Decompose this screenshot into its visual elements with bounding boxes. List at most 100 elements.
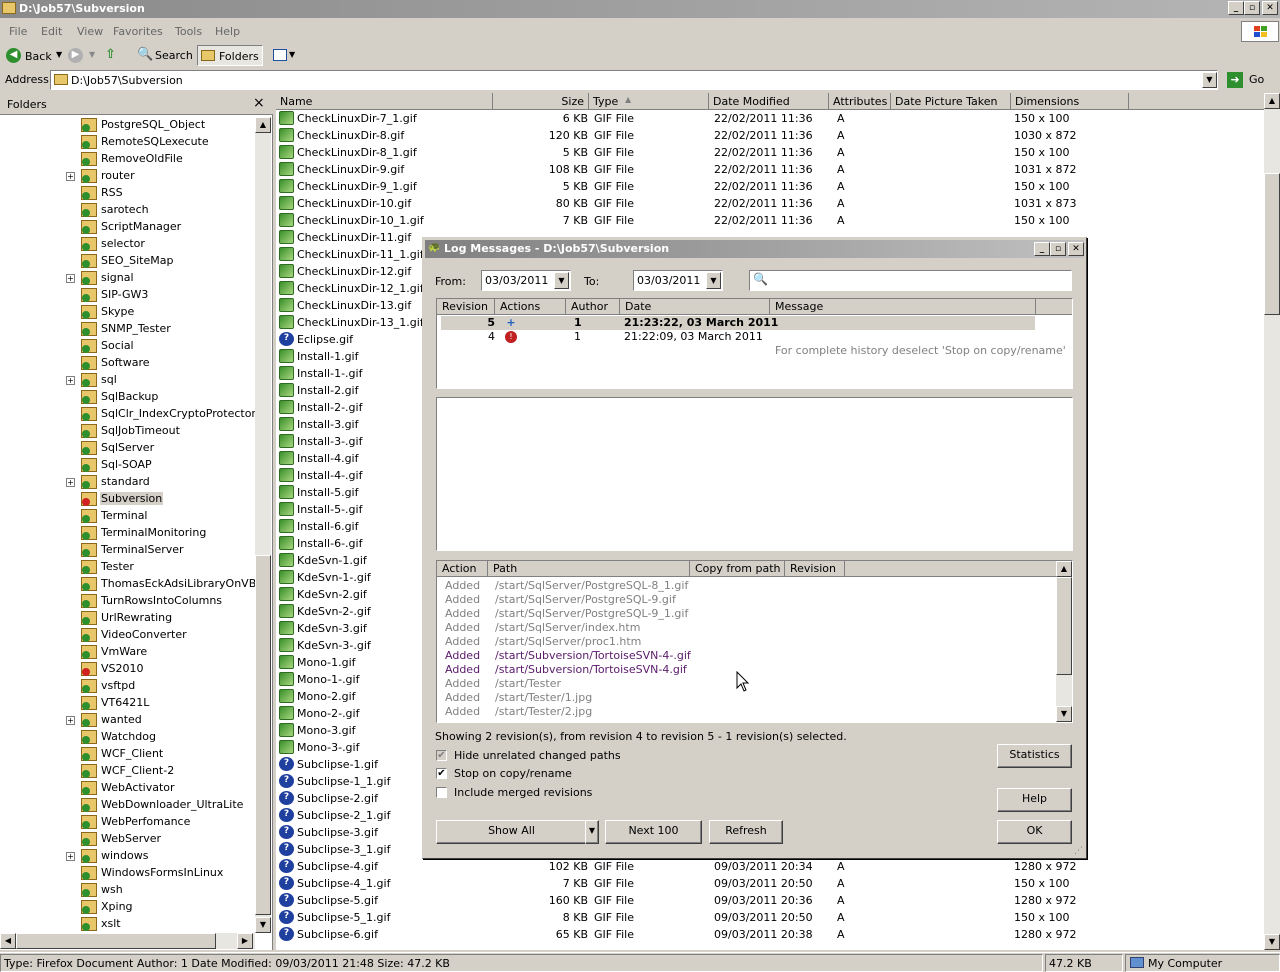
maximize-button[interactable]: ▫ bbox=[1244, 1, 1260, 15]
column-header-date[interactable]: Date bbox=[620, 299, 770, 315]
folder-tree-item[interactable]: WebActivator bbox=[0, 780, 255, 797]
file-row[interactable]: ? Subclipse-4.gif 102 KB GIF File 09/03/2011… bbox=[276, 858, 1264, 875]
file-row[interactable]: CheckLinuxDir-9.gif 108 KB GIF File 22/02/2… bbox=[276, 161, 1264, 178]
folder-tree-item[interactable]: VmWare bbox=[0, 644, 255, 661]
folder-tree-vscrollbar[interactable]: ▲ ▼ bbox=[255, 117, 271, 933]
scroll-up-button[interactable]: ▲ bbox=[1056, 561, 1072, 577]
log-message-text[interactable] bbox=[436, 397, 1073, 551]
column-header-path-revision[interactable]: Revision bbox=[785, 561, 845, 577]
scroll-right-button[interactable]: ▶ bbox=[237, 933, 253, 949]
folders-button[interactable]: Folders bbox=[197, 45, 263, 66]
dialog-maximize-button[interactable]: ▫ bbox=[1050, 242, 1066, 256]
folder-tree-item[interactable]: Social bbox=[0, 338, 255, 355]
chevron-down-icon[interactable]: ▼ bbox=[706, 272, 721, 289]
close-button[interactable]: ✕ bbox=[1262, 1, 1278, 15]
column-header-dimensions[interactable]: Dimensions bbox=[1011, 93, 1129, 110]
scroll-down-button[interactable]: ▼ bbox=[255, 917, 271, 933]
folder-tree-item[interactable]: SEO_SiteMap bbox=[0, 253, 255, 270]
help-button[interactable]: Help bbox=[997, 788, 1072, 812]
folder-tree-item[interactable]: VT6421L bbox=[0, 695, 255, 712]
folder-tree-item[interactable]: Skype bbox=[0, 304, 255, 321]
file-row[interactable]: ? Subclipse-6.gif 65 KB GIF File 09/03/2011 … bbox=[276, 926, 1264, 943]
file-row[interactable]: CheckLinuxDir-10_1.gif 7 KB GIF File 22/02/… bbox=[276, 212, 1264, 229]
scroll-thumb[interactable] bbox=[1264, 173, 1280, 315]
include-merged-checkbox[interactable]: Include merged revisions bbox=[436, 786, 736, 801]
revision-row[interactable]: 4! 1 21:22:09, 03 March 2011 bbox=[441, 330, 1035, 344]
folder-tree-item[interactable]: Tester bbox=[0, 559, 255, 576]
file-list-vscrollbar[interactable]: ▲ ▼ bbox=[1264, 93, 1280, 950]
folder-tree-item[interactable]: VideoConverter bbox=[0, 627, 255, 644]
resize-grip-icon[interactable]: ⋰ bbox=[1074, 846, 1083, 856]
checkbox-box[interactable]: ✔ bbox=[436, 768, 447, 779]
dialog-close-button[interactable]: ✕ bbox=[1068, 242, 1084, 256]
folder-tree-item[interactable]: ThomasEckAdsiLibraryOnVBNet bbox=[0, 576, 255, 593]
folder-tree-item[interactable]: WCF_Client-2 bbox=[0, 763, 255, 780]
folder-tree-item[interactable]: + standard bbox=[0, 474, 255, 491]
folder-tree-item[interactable]: Xping bbox=[0, 899, 255, 916]
checkbox-box[interactable] bbox=[436, 787, 447, 798]
folder-tree-item[interactable]: RemoteSQLexecute bbox=[0, 134, 255, 151]
revision-row[interactable]: 5 +1 21:23:22, 03 March 2011 bbox=[441, 316, 1035, 330]
folder-tree-item[interactable]: Watchdog bbox=[0, 729, 255, 746]
changed-path-row[interactable]: Added/start/SqlServer/proc1.htm bbox=[441, 635, 1055, 649]
chevron-down-icon[interactable]: ▼ bbox=[89, 50, 95, 59]
folder-tree-item[interactable]: + wanted bbox=[0, 712, 255, 729]
column-header-author[interactable]: Author bbox=[566, 299, 620, 315]
file-row[interactable]: CheckLinuxDir-9_1.gif 5 KB GIF File 22/02/2… bbox=[276, 178, 1264, 195]
chevron-down-icon[interactable]: ▼ bbox=[554, 272, 569, 289]
folder-tree-item[interactable]: WebServer bbox=[0, 831, 255, 848]
log-search-input[interactable]: 🔍 bbox=[749, 270, 1072, 291]
expand-icon[interactable]: + bbox=[66, 478, 75, 487]
folder-tree-item[interactable]: SqlJobTimeout bbox=[0, 423, 255, 440]
file-row[interactable]: CheckLinuxDir-10.gif 80 KB GIF File 22/02/2… bbox=[276, 195, 1264, 212]
changed-path-row[interactable]: Added/start/SqlServer/PostgreSQL-9.gif bbox=[441, 593, 1055, 607]
scroll-thumb[interactable] bbox=[1056, 577, 1072, 675]
refresh-button[interactable]: Refresh bbox=[709, 820, 783, 844]
folder-tree-item[interactable]: + signal bbox=[0, 270, 255, 287]
changed-path-row[interactable]: Added/start/SqlServer/PostgreSQL-8_1.gif bbox=[441, 579, 1055, 593]
expand-icon[interactable]: + bbox=[66, 716, 75, 725]
folder-tree-item[interactable]: + sql bbox=[0, 372, 255, 389]
changed-path-row[interactable]: Added/start/Subversion/TortoiseSVN-4-.gi… bbox=[441, 649, 1055, 663]
folder-tree-hscrollbar[interactable]: ◀ ▶ bbox=[0, 933, 255, 949]
column-header-attributes[interactable]: Attributes bbox=[829, 93, 891, 110]
column-header-name[interactable]: Name bbox=[276, 93, 493, 110]
folder-tree-item[interactable]: WebDownloader_UltraLite bbox=[0, 797, 255, 814]
folder-tree-item[interactable]: wsh bbox=[0, 882, 255, 899]
file-row[interactable]: ? Subclipse-4_1.gif 7 KB GIF File 09/03/2011… bbox=[276, 875, 1264, 892]
folder-tree-item[interactable]: TerminalServer bbox=[0, 542, 255, 559]
hscroll-thumb[interactable] bbox=[16, 933, 216, 949]
stop-on-copy-checkbox[interactable]: ✔ Stop on copy/rename bbox=[436, 767, 736, 782]
address-input[interactable]: D:\Job57\Subversion ▼ bbox=[50, 70, 1218, 90]
folder-tree-item[interactable]: RemoveOldFile bbox=[0, 151, 255, 168]
menu-favorites[interactable]: Favorites bbox=[113, 25, 163, 38]
folder-tree-item[interactable]: WindowsFormsInLinux bbox=[0, 865, 255, 882]
go-button[interactable]: ➜ Go bbox=[1225, 70, 1275, 90]
menu-file[interactable]: File bbox=[9, 25, 27, 38]
paths-vscrollbar[interactable]: ▲ ▼ bbox=[1056, 561, 1072, 722]
folder-tree-item[interactable]: selector bbox=[0, 236, 255, 253]
scroll-thumb[interactable] bbox=[255, 555, 271, 915]
hide-unrelated-checkbox[interactable]: ✔ Hide unrelated changed paths bbox=[436, 749, 736, 764]
file-row[interactable]: ? Subclipse-5.gif 160 KB GIF File 09/03/2011… bbox=[276, 892, 1264, 909]
folder-tree-item[interactable]: Sql-SOAP bbox=[0, 457, 255, 474]
folder-tree-item[interactable]: SqlClr_IndexCryptoProtector bbox=[0, 406, 255, 423]
folder-tree-item[interactable]: TerminalMonitoring bbox=[0, 525, 255, 542]
file-row[interactable]: CheckLinuxDir-8_1.gif 5 KB GIF File 22/02/2… bbox=[276, 144, 1264, 161]
expand-icon[interactable]: + bbox=[66, 376, 75, 385]
folder-tree-item[interactable]: vsftpd bbox=[0, 678, 255, 695]
changed-path-row[interactable]: Added/start/Tester/2.jpg bbox=[441, 705, 1055, 719]
dialog-minimize-button[interactable]: _ bbox=[1034, 242, 1050, 256]
folder-tree-item[interactable]: SIP-GW3 bbox=[0, 287, 255, 304]
menu-view[interactable]: View bbox=[77, 25, 103, 38]
folder-tree-item[interactable]: VS2010 bbox=[0, 661, 255, 678]
folder-tree-item[interactable]: SNMP_Tester bbox=[0, 321, 255, 338]
column-header-message[interactable]: Message bbox=[770, 299, 1036, 315]
folder-tree-item[interactable]: TurnRowsIntoColumns bbox=[0, 593, 255, 610]
column-header-date-modified[interactable]: Date Modified bbox=[709, 93, 829, 110]
checkbox-box[interactable]: ✔ bbox=[436, 750, 447, 761]
folder-tree-item[interactable]: SqlServer bbox=[0, 440, 255, 457]
file-row[interactable]: ? Subclipse-5_1.gif 8 KB GIF File 09/03/2011… bbox=[276, 909, 1264, 926]
folder-tree-item[interactable]: Subversion bbox=[0, 491, 255, 508]
dialog-title-bar[interactable]: 🐢 Log Messages - D:\Job57\Subversion _ ▫… bbox=[425, 240, 1084, 258]
